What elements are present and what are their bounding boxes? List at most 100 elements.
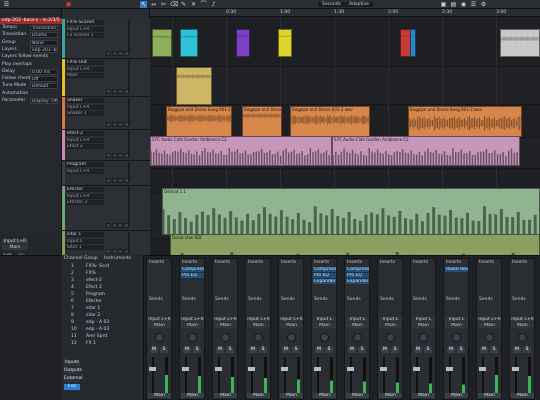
console-channel-row[interactable]: 5 Program <box>63 292 143 299</box>
track-header[interactable]: sitar 1 Input L Sitar 1 <box>62 231 150 257</box>
fader-cap[interactable] <box>314 367 321 371</box>
clip[interactable]: Bagpipe and Drone Song 601-2.wav <box>408 106 522 137</box>
toolbar-view-icon[interactable]: ▤ <box>450 1 457 8</box>
solo-button[interactable]: S <box>490 347 498 353</box>
strip-input-select[interactable]: Input L+R <box>511 317 534 322</box>
track-name-field[interactable]: FX%-Out <box>66 60 104 65</box>
solo-button[interactable]: S <box>391 347 399 353</box>
strip-output-select[interactable]: Main <box>412 323 435 328</box>
inspector-strip-output[interactable]: Main <box>2 245 28 250</box>
track-header[interactable]: FX%-Out Input L+R Main <box>62 59 150 97</box>
arrangement-view[interactable]: Bagpipe and Drone Song 601-1.wav Bagpipe … <box>150 9 540 265</box>
solo-button[interactable]: S <box>226 347 234 353</box>
strip-output-select[interactable]: Main <box>511 323 534 328</box>
insert-slot[interactable]: Pro EQ <box>181 273 204 278</box>
volume-fader[interactable] <box>251 357 253 393</box>
strip-output-select[interactable]: Main <box>181 323 204 328</box>
strip-output-select[interactable]: Main <box>214 323 237 328</box>
solo-button[interactable] <box>112 153 117 158</box>
volume-fader[interactable] <box>482 357 484 393</box>
bend-tool[interactable]: ⌒ <box>200 1 207 8</box>
volume-fader[interactable] <box>350 357 352 393</box>
track-output-select[interactable]: Efect 2 <box>66 144 104 149</box>
clip[interactable]: S7C Audio Cafe Garden Ambience.C2 <box>332 136 520 166</box>
strip-input-select[interactable]: Input L <box>412 317 435 322</box>
console-channel-row[interactable]: 6 Efecter <box>63 299 143 306</box>
inspector-row-value[interactable]: 0.00 ms <box>30 68 58 75</box>
inspector-row-value[interactable]: Transistion <box>30 25 58 31</box>
strip-input-select[interactable]: Input L <box>379 317 402 322</box>
clip[interactable] <box>176 67 212 105</box>
insert-slot[interactable]: Compressor <box>181 267 204 272</box>
solo-button[interactable] <box>112 249 117 254</box>
console-channel-row[interactable]: 7 sitar 1 <box>63 306 143 313</box>
solo-button[interactable]: S <box>523 347 531 353</box>
time-format-select[interactable]: Seconds <box>318 2 345 7</box>
solo-button[interactable]: S <box>325 347 333 353</box>
console-channel-row[interactable]: 2 FX% <box>63 271 143 278</box>
listen-tool[interactable]: ♪ <box>210 1 217 8</box>
console-header-tab[interactable]: Group <box>84 256 98 261</box>
console-channel-row[interactable]: 12 FX 1 <box>63 341 143 348</box>
volume-fader[interactable] <box>383 357 385 393</box>
solo-button[interactable]: S <box>457 347 465 353</box>
fader-cap[interactable] <box>281 367 288 371</box>
strip-input-select[interactable]: Input L+R <box>181 317 204 322</box>
clip[interactable] <box>410 29 416 57</box>
fader-cap[interactable] <box>479 367 486 371</box>
console-channel-row[interactable]: 1 FX%- Scrd <box>63 264 143 271</box>
solo-button[interactable] <box>112 51 117 56</box>
strip-input-select[interactable]: Input L <box>346 317 369 322</box>
volume-fader[interactable] <box>218 357 220 393</box>
volume-fader[interactable] <box>152 357 154 393</box>
volume-fader[interactable] <box>185 357 187 393</box>
clip[interactable]: Bagpipe and Drone <box>242 106 282 137</box>
pan-knob[interactable] <box>419 333 428 342</box>
record-arm-button[interactable] <box>118 153 123 158</box>
range-tool[interactable]: ↔ <box>150 1 157 8</box>
toolbar-view-icon[interactable]: ◉ <box>460 1 467 8</box>
inspector-row-value[interactable]: edp-203 -b <box>30 46 58 53</box>
strip-input-select[interactable]: Input L+R <box>214 317 237 322</box>
mute-button[interactable]: M <box>414 347 422 353</box>
mute-button[interactable] <box>106 89 111 94</box>
track-name-field[interactable]: Program <box>66 162 104 167</box>
track-name-field[interactable]: sitar 1 <box>66 232 104 237</box>
solo-button[interactable] <box>112 223 117 228</box>
paint-tool[interactable]: ✎ <box>180 1 187 8</box>
strip-input-select[interactable]: Input L+R <box>148 317 171 322</box>
mute-tool[interactable]: ✕ <box>190 1 197 8</box>
mute-button[interactable]: M <box>381 347 389 353</box>
clip[interactable] <box>278 29 292 57</box>
console-channel-row[interactable]: 4 Efect 3 <box>63 285 143 292</box>
console-channel-row[interactable]: 11 Amr Sprd <box>63 334 143 341</box>
solo-button[interactable] <box>112 122 117 127</box>
track-name-field[interactable]: Shaker <box>66 98 104 103</box>
pan-knob[interactable] <box>320 333 329 342</box>
console-header-tab[interactable]: Instruments <box>104 256 131 261</box>
volume-fader[interactable] <box>416 357 418 393</box>
track-header[interactable]: FX%-Scared Input L+R Fx Scared 1 <box>62 19 150 59</box>
toolbar-view-icon[interactable]: ▣ <box>440 1 447 8</box>
mute-button[interactable]: M <box>480 347 488 353</box>
record-arm-button[interactable] <box>118 51 123 56</box>
solo-button[interactable] <box>112 89 117 94</box>
fader-cap[interactable] <box>512 367 519 371</box>
solo-button[interactable]: S <box>193 347 201 353</box>
mute-button[interactable]: M <box>348 347 356 353</box>
mute-button[interactable] <box>106 249 111 254</box>
mute-button[interactable] <box>106 153 111 158</box>
solo-button[interactable]: S <box>424 347 432 353</box>
clip[interactable]: Bagpipe and Drone 601-2.wav <box>290 106 370 137</box>
insert-slot[interactable]: Pro EQ <box>346 273 369 278</box>
mute-button[interactable]: M <box>150 347 158 353</box>
console-nav-button[interactable]: Inputs <box>64 360 80 366</box>
solo-button[interactable]: S <box>292 347 300 353</box>
pan-knob[interactable] <box>518 333 527 342</box>
console-nav-button[interactable]: External <box>64 376 83 382</box>
inspector-row-value[interactable]: Drums <box>30 32 58 39</box>
mute-button[interactable]: M <box>183 347 191 353</box>
solo-button[interactable]: S <box>160 347 168 353</box>
mute-button[interactable]: M <box>249 347 257 353</box>
mute-button[interactable] <box>106 51 111 56</box>
